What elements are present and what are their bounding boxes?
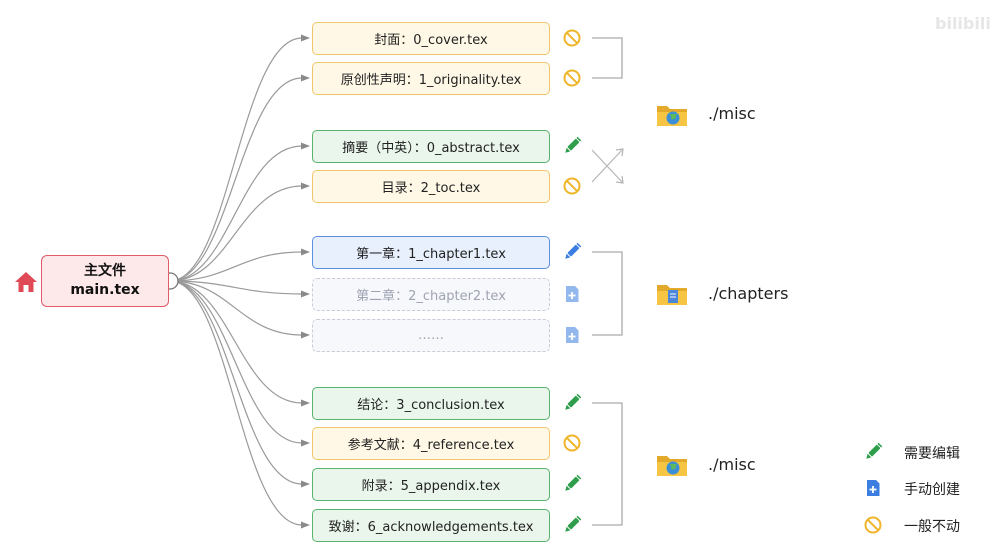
folder-label-chapters: ./chapters — [708, 284, 789, 303]
file-label: 第一章：1_chapter1.tex — [356, 246, 506, 262]
pencil-icon — [565, 393, 582, 410]
bracket-misc-bottom — [592, 402, 623, 526]
file-label: 参考文献：4_reference.tex — [347, 437, 515, 453]
legend-icons — [864, 442, 883, 534]
file-node-more[interactable]: …… — [312, 318, 550, 352]
bracket-misc-top — [592, 37, 623, 79]
edge-originality — [169, 77, 303, 282]
file-node-abstract[interactable]: 摘要（中英）：0_abstract.tex — [312, 129, 550, 163]
edge-arrowhead — [301, 74, 310, 82]
edge-cover — [169, 37, 303, 282]
file-node-originality[interactable]: 原创性声明：1_originality.tex — [312, 61, 550, 95]
legend-label-unchanged: 一般不动 — [904, 519, 960, 535]
legend-label-create: 手动创建 — [904, 482, 960, 498]
edge-ack — [169, 280, 303, 526]
connector-edges — [161, 34, 310, 529]
pencil-icon — [565, 242, 582, 259]
file-node-cover[interactable]: 封面：0_cover.tex — [312, 21, 550, 55]
prohibit-icon — [563, 434, 581, 452]
prohibit-icon — [563, 69, 581, 87]
cross-arrows — [591, 149, 623, 183]
file-node-reference[interactable]: 参考文献：4_reference.tex — [312, 426, 550, 460]
status-icons — [563, 29, 582, 532]
pencil-icon — [565, 474, 582, 491]
file-label: 摘要（中英）：0_abstract.tex — [342, 140, 520, 156]
file-label: 结论：3_conclusion.tex — [357, 397, 505, 413]
file-node-chapter1[interactable]: 第一章：1_chapter1.tex — [312, 235, 550, 269]
add-document-icon — [566, 327, 579, 343]
pencil-icon — [565, 136, 582, 153]
edge-abstract — [169, 145, 303, 282]
file-label: 致谢：6_acknowledgements.tex — [328, 519, 534, 535]
folder-label-misc-bottom: ./misc — [708, 455, 756, 474]
folder-label-misc-top: ./misc — [708, 104, 756, 123]
file-label: …… — [418, 327, 444, 343]
prohibit-icon — [864, 516, 882, 534]
root-node-main-tex[interactable]: 主文件 main.tex — [41, 255, 169, 307]
document-folder-icon — [657, 285, 687, 305]
root-filename: main.tex — [70, 282, 140, 298]
edge-appendix — [169, 280, 303, 485]
add-document-icon — [867, 480, 880, 496]
file-node-conclusion[interactable]: 结论：3_conclusion.tex — [312, 386, 550, 420]
globe-folder-icon — [657, 456, 687, 476]
file-node-chapter2[interactable]: 第二章：2_chapter2.tex — [312, 277, 550, 311]
pencil-icon — [565, 515, 582, 532]
file-label: 封面：0_cover.tex — [374, 32, 488, 48]
file-label: 第二章：2_chapter2.tex — [356, 288, 506, 304]
root-title: 主文件 — [84, 263, 126, 279]
file-node-toc[interactable]: 目录：2_toc.tex — [312, 169, 550, 203]
prohibit-icon — [563, 29, 581, 47]
edge-arrowhead — [301, 521, 310, 529]
globe-folder-icon — [657, 106, 687, 126]
edge-arrowhead — [301, 480, 310, 488]
edge-arrowhead — [301, 331, 310, 339]
edge-arrowhead — [301, 142, 310, 150]
file-label: 附录：5_appendix.tex — [361, 478, 501, 494]
prohibit-icon — [563, 177, 581, 195]
edge-arrowhead — [301, 248, 310, 256]
bracket-chapters — [592, 251, 623, 336]
file-node-ack[interactable]: 致谢：6_acknowledgements.tex — [312, 508, 550, 542]
edge-arrowhead — [301, 399, 310, 407]
edge-reference — [169, 280, 303, 444]
file-label: 原创性声明：1_originality.tex — [340, 72, 522, 88]
folder-brackets — [591, 37, 624, 526]
bilibili-watermark: bilibili — [935, 14, 991, 33]
legend-label-edit: 需要编辑 — [904, 446, 960, 462]
add-document-icon — [566, 286, 579, 302]
edge-arrowhead — [301, 439, 310, 447]
edge-arrowhead — [301, 34, 310, 42]
file-node-appendix[interactable]: 附录：5_appendix.tex — [312, 467, 550, 501]
file-label: 目录：2_toc.tex — [381, 180, 481, 196]
edge-arrowhead — [301, 290, 310, 298]
folder-icons — [657, 106, 687, 476]
edge-arrowhead — [301, 182, 310, 190]
pencil-icon — [866, 442, 883, 459]
home-icon — [15, 272, 37, 292]
